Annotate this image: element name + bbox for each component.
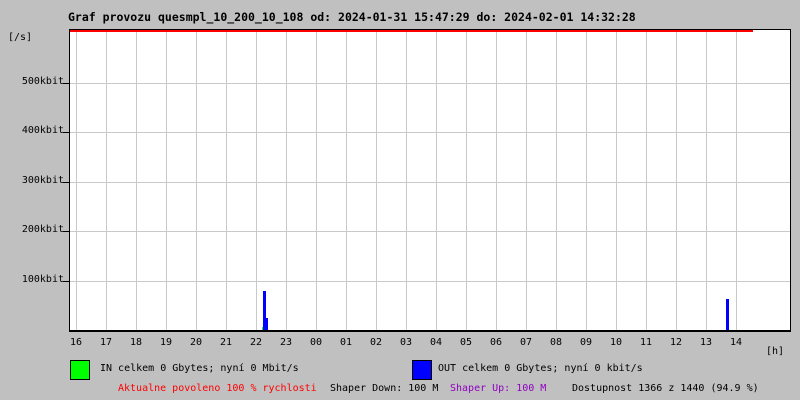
graph-title: Graf provozu quesmpl_10_200_10_108 od: 2… (68, 10, 636, 24)
x-axis-unit-label: [h] (766, 346, 785, 357)
y-tick-label: 100kbit (21, 274, 64, 285)
traffic-bar-out (726, 299, 729, 330)
x-tick-label: 17 (99, 337, 113, 348)
x-tick-label: 20 (189, 337, 203, 348)
h-gridline (70, 182, 790, 183)
h-gridline (70, 231, 790, 232)
v-gridline (346, 30, 347, 330)
y-tick-label: 200kbit (21, 224, 64, 235)
traffic-graph-page: Graf provozu quesmpl_10_200_10_108 od: 2… (0, 0, 800, 400)
y-tick-label: 400kbit (21, 125, 64, 136)
v-gridline (646, 30, 647, 330)
x-tick-label: 16 (69, 337, 83, 348)
v-gridline (376, 30, 377, 330)
x-tick-label: 04 (429, 337, 443, 348)
x-tick-label: 12 (669, 337, 683, 348)
x-tick-label: 08 (549, 337, 563, 348)
y-tick-label: 300kbit (21, 175, 64, 186)
x-tick-label: 21 (219, 337, 233, 348)
v-gridline (286, 30, 287, 330)
x-tick-label: 01 (339, 337, 353, 348)
status-shaper-down: Shaper Down: 100 M (330, 383, 439, 394)
x-tick-label: 06 (489, 337, 503, 348)
status-shaper-up: Shaper Up: 100 M (450, 383, 547, 394)
x-tick-label: 02 (369, 337, 383, 348)
v-gridline (706, 30, 707, 330)
v-gridline (586, 30, 587, 330)
x-tick-label: 14 (729, 337, 743, 348)
v-gridline (226, 30, 227, 330)
allowed-speed-line (70, 30, 753, 32)
v-gridline (196, 30, 197, 330)
legend-in-label: IN celkem 0 Gbytes; nyní 0 Mbit/s (100, 363, 299, 374)
x-tick-label: 19 (159, 337, 173, 348)
x-tick-label: 13 (699, 337, 713, 348)
v-gridline (76, 30, 77, 330)
v-gridline (166, 30, 167, 330)
legend-in-swatch (70, 360, 90, 380)
x-tick-label: 07 (519, 337, 533, 348)
v-gridline (436, 30, 437, 330)
x-tick-label: 03 (399, 337, 413, 348)
x-tick-label: 05 (459, 337, 473, 348)
v-gridline (466, 30, 467, 330)
v-gridline (616, 30, 617, 330)
x-tick-label: 22 (249, 337, 263, 348)
v-gridline (136, 30, 137, 330)
status-allowed-speed: Aktualne povoleno 100 % rychlosti (118, 383, 317, 394)
v-gridline (676, 30, 677, 330)
y-tick-label: 500kbit (21, 76, 64, 87)
v-gridline (526, 30, 527, 330)
x-tick-label: 10 (609, 337, 623, 348)
h-gridline (70, 281, 790, 282)
x-tick-label: 09 (579, 337, 593, 348)
v-gridline (106, 30, 107, 330)
h-gridline (70, 83, 790, 84)
x-tick-label: 11 (639, 337, 653, 348)
status-availability: Dostupnost 1366 z 1440 (94.9 %) (572, 383, 759, 394)
legend-out-label: OUT celkem 0 Gbytes; nyní 0 kbit/s (438, 363, 643, 374)
x-tick-label: 00 (309, 337, 323, 348)
plot-area (63, 29, 791, 332)
v-gridline (556, 30, 557, 330)
h-gridline (70, 132, 790, 133)
v-gridline (256, 30, 257, 330)
v-gridline (316, 30, 317, 330)
v-gridline (496, 30, 497, 330)
x-tick-label: 18 (129, 337, 143, 348)
traffic-bar-out (266, 318, 268, 330)
x-tick-label: 23 (279, 337, 293, 348)
y-axis-unit-label: [/s] (8, 32, 33, 43)
legend-out-swatch (412, 360, 432, 380)
v-gridline (736, 30, 737, 330)
v-gridline (406, 30, 407, 330)
